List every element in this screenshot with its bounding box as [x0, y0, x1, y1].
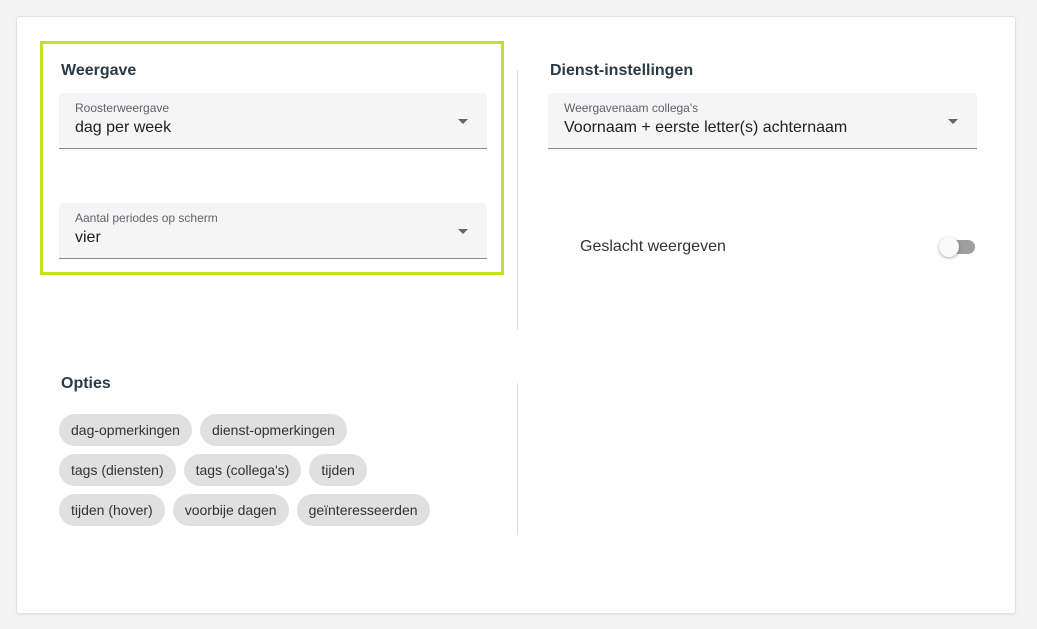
chip-tijden-hover[interactable]: tijden (hover) — [59, 494, 165, 526]
weergavenaam-collegas-value: Voornaam + eerste letter(s) achternaam — [564, 119, 848, 136]
aantal-periodes-label: Aantal periodes op scherm — [75, 211, 218, 225]
aantal-periodes-value: vier — [75, 229, 101, 246]
chevron-down-icon — [458, 119, 468, 124]
chevron-down-icon — [948, 119, 958, 124]
roosterweergave-value: dag per week — [75, 119, 172, 136]
chip-row: dag-opmerkingen dienst-opmerkingen — [59, 414, 499, 446]
weergavenaam-collegas-label: Weergavenaam collega's — [564, 101, 699, 115]
chip-voorbije-dagen[interactable]: voorbije dagen — [172, 494, 289, 526]
roosterweergave-label: Roosterweergave — [75, 101, 170, 115]
opties-chip-group: dag-opmerkingen dienst-opmerkingen tags … — [59, 414, 499, 534]
toggle-thumb[interactable] — [939, 237, 959, 257]
chevron-down-icon — [458, 229, 468, 234]
section-divider — [517, 70, 518, 330]
geslacht-weergeven-toggle[interactable] — [939, 237, 975, 257]
section-divider — [517, 383, 518, 535]
chip-geinteresseerden[interactable]: geïnteresseerden — [296, 494, 430, 526]
chip-row: tijden (hover) voorbije dagen geïnteress… — [59, 494, 499, 526]
aantal-periodes-select[interactable]: Aantal periodes op scherm vier — [59, 203, 487, 259]
geslacht-weergeven-label: Geslacht weergeven — [580, 238, 726, 255]
roosterweergave-select[interactable]: Roosterweergave dag per week — [59, 93, 487, 149]
chip-row: tags (diensten) tags (collega's) tijden — [59, 454, 499, 486]
chip-dag-opmerkingen[interactable]: dag-opmerkingen — [59, 414, 192, 446]
chip-tags-collegas[interactable]: tags (collega's) — [183, 454, 302, 486]
dienst-instellingen-section-title: Dienst-instellingen — [550, 62, 694, 79]
chip-tijden[interactable]: tijden — [309, 454, 367, 486]
chip-tags-diensten[interactable]: tags (diensten) — [59, 454, 176, 486]
chip-dienst-opmerkingen[interactable]: dienst-opmerkingen — [199, 414, 347, 446]
weergave-section-title: Weergave — [61, 62, 137, 79]
opties-section-title: Opties — [61, 375, 111, 392]
weergavenaam-collegas-select[interactable]: Weergavenaam collega's Voornaam + eerste… — [548, 93, 977, 149]
